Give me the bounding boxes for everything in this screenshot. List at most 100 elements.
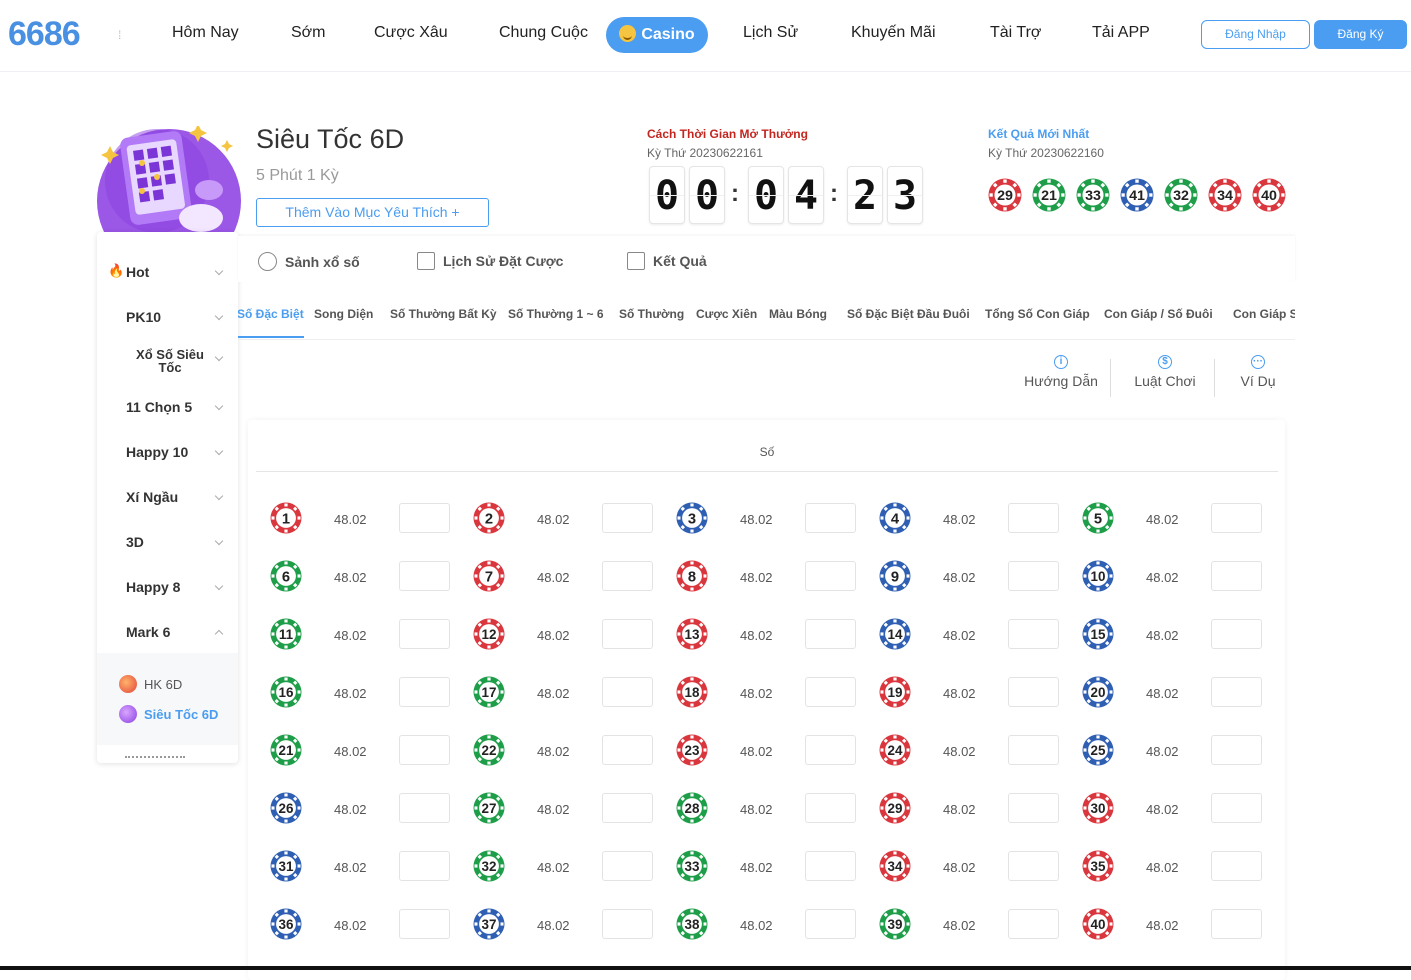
bet-amount-input[interactable] — [1008, 677, 1059, 707]
nav-parlay[interactable]: Cược Xâu — [374, 24, 448, 42]
tab-regular[interactable]: Số Thường — [619, 307, 684, 321]
bet-amount-input[interactable] — [805, 735, 856, 765]
bet-amount-input[interactable] — [1211, 561, 1262, 591]
bet-amount-input[interactable] — [1008, 503, 1059, 533]
number-ball[interactable]: 6 — [270, 560, 302, 592]
number-ball[interactable]: 15 — [1082, 618, 1114, 650]
number-ball[interactable]: 24 — [879, 734, 911, 766]
bet-amount-input[interactable] — [1211, 909, 1262, 939]
number-ball[interactable]: 16 — [270, 676, 302, 708]
add-favorite-button[interactable]: Thêm Vào Mục Yêu Thích + — [256, 198, 489, 227]
bet-amount-input[interactable] — [1008, 909, 1059, 939]
bet-amount-input[interactable] — [399, 677, 450, 707]
number-ball[interactable]: 14 — [879, 618, 911, 650]
guide-link[interactable]: i Hướng Dẫn — [1016, 355, 1106, 389]
tab-any-regular[interactable]: Số Thường Bất Kỳ — [390, 307, 497, 321]
tab-two-sides[interactable]: Song Diện — [314, 307, 373, 321]
bet-amount-input[interactable] — [602, 561, 653, 591]
bet-amount-input[interactable] — [399, 909, 450, 939]
number-ball[interactable]: 12 — [473, 618, 505, 650]
number-ball[interactable]: 36 — [270, 908, 302, 940]
number-ball[interactable]: 11 — [270, 618, 302, 650]
number-ball[interactable]: 20 — [1082, 676, 1114, 708]
bet-amount-input[interactable] — [805, 561, 856, 591]
bet-amount-input[interactable] — [805, 851, 856, 881]
number-ball[interactable]: 2 — [473, 502, 505, 534]
number-ball[interactable]: 21 — [270, 734, 302, 766]
bet-amount-input[interactable] — [805, 503, 856, 533]
number-ball[interactable]: 17 — [473, 676, 505, 708]
nav-sponsor[interactable]: Tài Trợ — [990, 24, 1041, 42]
number-ball[interactable]: 8 — [676, 560, 708, 592]
number-ball[interactable]: 32 — [473, 850, 505, 882]
bet-amount-input[interactable] — [805, 677, 856, 707]
number-ball[interactable]: 25 — [1082, 734, 1114, 766]
bet-amount-input[interactable] — [602, 619, 653, 649]
number-ball[interactable]: 1 — [270, 502, 302, 534]
number-ball[interactable]: 35 — [1082, 850, 1114, 882]
number-ball[interactable]: 13 — [676, 618, 708, 650]
site-logo[interactable]: 6686 — [8, 15, 81, 54]
tab-special-number[interactable]: Số Đặc Biệt — [238, 307, 304, 321]
bet-amount-input[interactable] — [399, 561, 450, 591]
tab-zodiac-total[interactable]: Tổng Số Con Giáp — [985, 307, 1090, 321]
rules-link[interactable]: $ Luật Chơi — [1128, 355, 1202, 389]
number-ball[interactable]: 34 — [879, 850, 911, 882]
latest-result-title[interactable]: Kết Quả Mới Nhất — [988, 127, 1089, 141]
nav-today[interactable]: Hôm Nay — [172, 24, 239, 42]
register-button[interactable]: Đăng Ký — [1314, 20, 1407, 49]
number-ball[interactable]: 33 — [676, 850, 708, 882]
tab-lottery-lobby[interactable]: Sảnh xổ số — [258, 252, 360, 271]
tab-regular-1-6[interactable]: Số Thường 1 ~ 6 — [508, 307, 604, 321]
bet-amount-input[interactable] — [805, 793, 856, 823]
tab-ball-color[interactable]: Màu Bóng — [769, 307, 827, 321]
bet-amount-input[interactable] — [1211, 735, 1262, 765]
bet-amount-input[interactable] — [1008, 561, 1059, 591]
number-ball[interactable]: 19 — [879, 676, 911, 708]
bet-amount-input[interactable] — [602, 851, 653, 881]
bet-amount-input[interactable] — [1211, 619, 1262, 649]
number-ball[interactable]: 31 — [270, 850, 302, 882]
bet-amount-input[interactable] — [602, 909, 653, 939]
number-ball[interactable]: 5 — [1082, 502, 1114, 534]
nav-promotions[interactable]: Khuyến Mãi — [851, 24, 936, 42]
bet-amount-input[interactable] — [602, 503, 653, 533]
example-link[interactable]: ··· Ví Dụ — [1230, 355, 1286, 389]
bet-amount-input[interactable] — [1008, 619, 1059, 649]
login-button[interactable]: Đăng Nhập — [1201, 20, 1310, 49]
nav-history[interactable]: Lịch Sử — [743, 24, 798, 42]
bet-amount-input[interactable] — [602, 677, 653, 707]
number-ball[interactable]: 28 — [676, 792, 708, 824]
sidebar-subitem-hk-6d[interactable]: HK 6D — [119, 675, 182, 693]
number-ball[interactable]: 30 — [1082, 792, 1114, 824]
number-ball[interactable]: 23 — [676, 734, 708, 766]
nav-casino[interactable]: Casino — [606, 17, 708, 53]
bet-amount-input[interactable] — [399, 851, 450, 881]
number-ball[interactable]: 22 — [473, 734, 505, 766]
bet-amount-input[interactable] — [805, 619, 856, 649]
nav-early[interactable]: Sớm — [291, 24, 326, 42]
number-ball[interactable]: 27 — [473, 792, 505, 824]
bet-amount-input[interactable] — [1008, 735, 1059, 765]
number-ball[interactable]: 9 — [879, 560, 911, 592]
bet-amount-input[interactable] — [1008, 793, 1059, 823]
number-ball[interactable]: 39 — [879, 908, 911, 940]
number-ball[interactable]: 18 — [676, 676, 708, 708]
tab-special-head-tail[interactable]: Số Đặc Biệt Đầu Đuôi — [847, 307, 970, 321]
number-ball[interactable]: 29 — [879, 792, 911, 824]
bet-amount-input[interactable] — [1211, 677, 1262, 707]
bet-amount-input[interactable] — [399, 735, 450, 765]
tab-zodiac-more[interactable]: Con Giáp S — [1233, 307, 1295, 321]
bet-amount-input[interactable] — [399, 619, 450, 649]
tab-results[interactable]: Kết Quả — [627, 252, 707, 270]
bet-amount-input[interactable] — [399, 503, 450, 533]
nav-download-app[interactable]: Tải APP — [1092, 24, 1150, 42]
bet-amount-input[interactable] — [1211, 503, 1262, 533]
number-ball[interactable]: 40 — [1082, 908, 1114, 940]
nav-outright[interactable]: Chung Cuộc — [499, 24, 588, 42]
bet-amount-input[interactable] — [602, 793, 653, 823]
bet-amount-input[interactable] — [1211, 851, 1262, 881]
bet-amount-input[interactable] — [805, 909, 856, 939]
tab-zodiac-tail[interactable]: Con Giáp / Số Đuôi — [1104, 307, 1213, 321]
number-ball[interactable]: 4 — [879, 502, 911, 534]
